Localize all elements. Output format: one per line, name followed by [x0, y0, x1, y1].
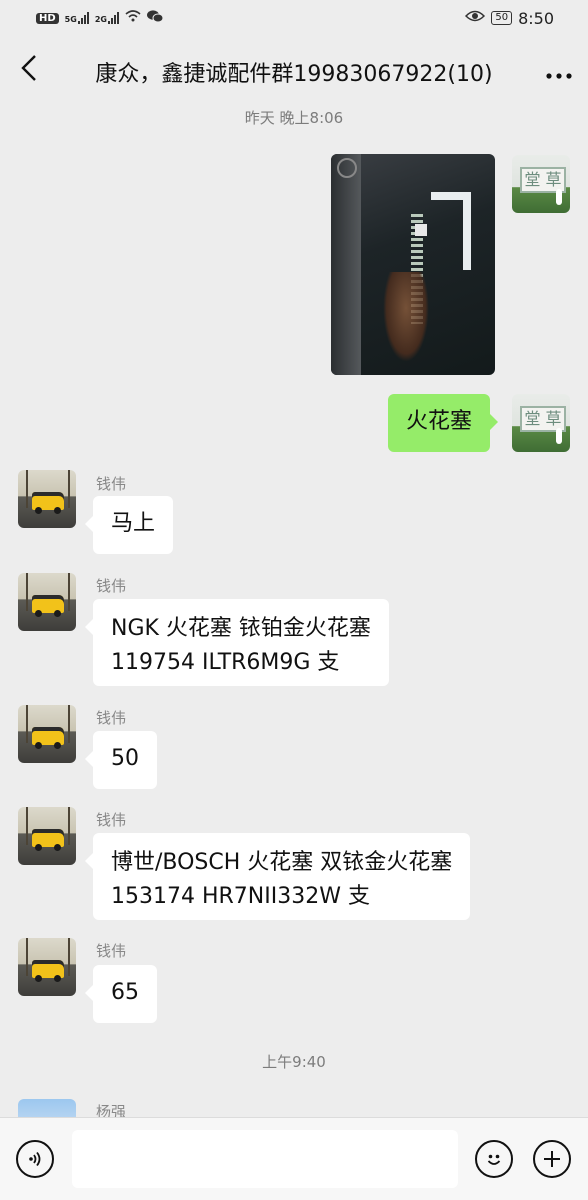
more-icon [546, 73, 572, 79]
message-line: NGK 火花塞 铱铂金火花塞 [111, 616, 371, 641]
message-bubble[interactable]: 50 [85, 731, 157, 789]
message-bubble[interactable]: 博世/BOSCH 火花塞 双铱金火花塞 153174 HR7NII332W 支 [84, 833, 471, 920]
more-button[interactable] [530, 58, 588, 86]
back-button[interactable] [0, 54, 58, 90]
timestamp: 昨天 晚上8:06 [244, 109, 344, 127]
avatar-self[interactable]: 堂 草 [512, 394, 570, 452]
avatar-qianwei[interactable] [18, 470, 76, 528]
message-bubble[interactable]: 马上 [84, 496, 174, 554]
sender-name: 钱伟 [96, 709, 127, 727]
emoji-icon [487, 1154, 501, 1165]
avatar-qianwei[interactable] [18, 807, 76, 865]
sender-name: 钱伟 [96, 811, 127, 829]
plus-icon [544, 1151, 560, 1167]
timestamp: 上午9:40 [262, 1053, 326, 1071]
message-line: 博世/BOSCH 火花塞 双铱金火花塞 [111, 850, 453, 875]
message-bubble[interactable]: NGK 火花塞 铱铂金火花塞 119754 ILTR6M9G 支 [85, 599, 389, 686]
plus-button[interactable] [533, 1140, 571, 1178]
signal-bars-icon [107, 12, 119, 24]
network-label-5g: 5G [64, 15, 77, 24]
avatar-qianwei[interactable] [18, 705, 76, 763]
message-line: 153174 HR7NII332W 支 [111, 884, 370, 909]
message-bubble[interactable]: 65 [85, 965, 157, 1023]
emoji-button[interactable] [475, 1140, 513, 1178]
signal-bars-icon [77, 12, 89, 24]
voice-button[interactable] [16, 1140, 54, 1178]
sender-name: 钱伟 [96, 577, 127, 595]
wechat-notification-icon [146, 9, 164, 27]
message-bubble-self[interactable]: 火花塞 [388, 394, 499, 452]
chat-title: 康众，鑫捷诚配件群19983067922(10) [95, 62, 493, 87]
voice-icon [29, 1151, 41, 1167]
message-line: 119754 ILTR6M9G 支 [111, 650, 340, 675]
avatar-self[interactable]: 堂 草 [512, 155, 570, 213]
avatar-qianwei[interactable] [18, 938, 76, 996]
eye-icon [465, 10, 486, 26]
sender-name: 钱伟 [96, 942, 127, 960]
status-bar: HD 5G 2G 50 8:50 [0, 0, 588, 36]
signal-5g: 5G [65, 12, 89, 24]
hd-indicator: HD [36, 12, 59, 24]
sender-name: 钱伟 [96, 475, 127, 493]
network-label-2g: 2G [94, 15, 107, 24]
input-bar [0, 1117, 588, 1200]
wifi-icon [125, 10, 141, 26]
battery-icon: 50 [491, 11, 513, 25]
signal-2g: 2G [95, 12, 119, 24]
chat-header: 康众，鑫捷诚配件群19983067922(10) [0, 36, 588, 108]
image-message[interactable] [331, 154, 495, 375]
message-input[interactable] [72, 1130, 458, 1188]
chevron-left-icon [21, 55, 36, 81]
status-time: 8:50 [518, 8, 554, 28]
avatar-qianwei[interactable] [18, 573, 76, 631]
